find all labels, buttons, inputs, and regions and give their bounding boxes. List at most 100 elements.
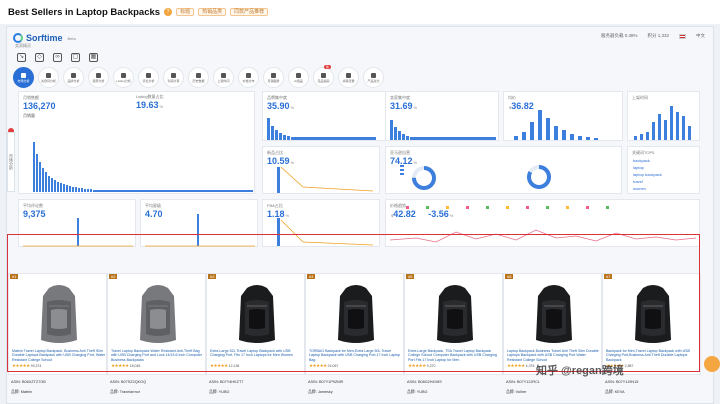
card-unit: % [159, 104, 164, 109]
function-button[interactable]: Listing分析 [113, 67, 134, 88]
product-card[interactable]: #1 Matein Travel Laptop Backpack, Busine… [8, 273, 107, 375]
card-price-trend[interactable]: 价格趋势 $42.82 -3.56% [385, 199, 700, 247]
star-rating: ★★★★★24,067 [309, 363, 338, 369]
date-bar-chart [634, 106, 691, 140]
function-button[interactable]: AI选品 [288, 67, 309, 88]
function-button[interactable]: 品牌分析 [63, 67, 84, 88]
stars: ★★★★★ [111, 363, 129, 368]
product-card[interactable]: #2 Travel Laptop Backpack Water Resistan… [107, 273, 206, 375]
product-card[interactable]: #5 Extra Large Backpack, TSA Travel Lapt… [404, 273, 503, 375]
store-id: 卖家精灵 [15, 43, 31, 48]
stars: ★★★★★ [309, 363, 327, 368]
language-select[interactable]: 中文 [696, 33, 705, 39]
function-label: 关键词分析 [40, 78, 56, 83]
function-button[interactable]: 上架时间 [213, 67, 234, 88]
product-title[interactable]: TORBAG Backpack for Men,Extra Large 50L … [309, 349, 403, 362]
stars: ★★★★★ [12, 363, 30, 368]
backpack-image [239, 285, 275, 343]
function-label: 利润计算 [167, 78, 180, 83]
function-button[interactable]: 竞品追踪 新 [313, 65, 334, 88]
function-button[interactable]: 关联流量 [338, 67, 359, 88]
product-brand: 品牌: YUBG [209, 390, 230, 394]
seller-bar-chart [390, 120, 496, 140]
function-button[interactable]: 卖家分析 [88, 67, 109, 88]
product-title[interactable]: Backpack for Men,Travel Laptop Backpack … [606, 349, 700, 362]
product-title[interactable]: Travel Laptop Backpack Water Resistant A… [111, 349, 205, 362]
card-keywords[interactable]: 关键词TOP5 backpack laptop laptop backpack … [627, 146, 700, 194]
card-new-products[interactable]: 新品占比 10.59% [262, 146, 380, 194]
card-avg-reviews[interactable]: 平均评论数 9,375 [18, 199, 136, 247]
us-flag-icon[interactable] [679, 33, 686, 39]
product-title[interactable]: Laptop Backpack Business Travel Anti The… [507, 349, 601, 362]
logo-text: Sorftime [26, 33, 63, 43]
amazon-share-donuts [400, 165, 551, 190]
function-icon [346, 72, 351, 78]
star-rating: ★★★★★12,136 [210, 363, 239, 369]
help-icon[interactable]: ? [164, 8, 173, 16]
function-label: 评论分析 [142, 78, 155, 83]
card-listing-date[interactable]: 上架时间 [627, 91, 700, 141]
function-label: 竞品追踪 [317, 78, 330, 83]
calendar-icon[interactable]: ▦ [89, 53, 98, 62]
rating-count: 24,067 [327, 364, 339, 368]
product-card[interactable]: #6 Laptop Backpack Business Travel Anti … [503, 273, 602, 375]
function-icon [371, 72, 376, 78]
function-label: 上架时间 [217, 78, 230, 83]
card-amazon-share[interactable]: 亚马逊自营 74.12% [385, 146, 622, 194]
tag-3[interactable]: 同款产品推荐 [230, 8, 269, 16]
card-avg-rating[interactable]: 平均星级 4.70 [140, 199, 258, 247]
function-button[interactable]: 产品对比 [363, 67, 384, 88]
card-seller-concentration[interactable]: 卖家集中度 31.69% [385, 91, 499, 141]
function-button[interactable]: 价格分布 [238, 67, 259, 88]
star-rating: ★★★★★9,270 [408, 363, 435, 369]
function-button[interactable]: 评论分析 [138, 67, 159, 88]
product-title[interactable]: Extra Large Backpack, TSA Travel Laptop … [408, 349, 502, 362]
keyword-3[interactable]: laptop backpack [633, 171, 662, 178]
keyword-5[interactable]: women [633, 185, 662, 192]
function-icon [246, 72, 251, 78]
card-fba-share[interactable]: FBA占比 1.18% [262, 199, 380, 247]
keyword-2[interactable]: laptop [633, 164, 662, 171]
function-icon [46, 72, 51, 78]
keyword-1[interactable]: backpack [633, 157, 662, 164]
float-action-button[interactable] [704, 356, 720, 372]
product-brand: 品牌: Matein [11, 390, 33, 394]
product-card[interactable]: #4 TORBAG Backpack for Men,Extra Large 5… [305, 273, 404, 375]
copy-icon[interactable]: ▢ [71, 53, 80, 62]
product-asin: ASIN: B07Y1P9ZMR [308, 380, 344, 384]
card-listing-ratio[interactable]: Listing数量占比 19.63% [132, 91, 254, 194]
watermark: 知乎 @regan跨境 [536, 365, 624, 377]
price-trend-chart [389, 206, 697, 243]
points-text: 积分 1,332 [647, 33, 669, 38]
function-button[interactable]: 市场分析 [13, 67, 34, 88]
product-title[interactable]: Extra Large 52L Travel Laptop Backpack w… [210, 349, 304, 362]
card-average-price[interactable]: 均价 $36.82 [503, 91, 623, 141]
function-label: 关联流量 [342, 78, 355, 83]
new-products-chart [277, 166, 374, 193]
backpack-image [140, 285, 176, 343]
tag-1[interactable]: 标题 [176, 8, 195, 16]
tag-2[interactable]: 热销品类 [198, 8, 227, 16]
function-button[interactable]: 历史数据 [188, 67, 209, 88]
keyword-4[interactable]: travel [633, 178, 662, 185]
function-button[interactable]: 利润计算 [163, 67, 184, 88]
new-badge: 新 [323, 65, 331, 69]
shield-icon[interactable]: ◇ [35, 53, 44, 62]
star-rating: ★★★★★18,045 [111, 363, 140, 369]
pin-icon[interactable]: ↘ [17, 53, 26, 62]
rank-badge: #4 [307, 274, 316, 279]
product-title[interactable]: Matein Travel Laptop Backpack, Business … [12, 349, 106, 362]
rank-badge: #7 [604, 274, 613, 279]
product-brand: 品牌: Travelarmor [110, 390, 141, 394]
side-tab[interactable]: 市场分析 [7, 132, 15, 192]
link-icon[interactable]: ∞ [53, 53, 62, 62]
rating-count: 4,376 [525, 364, 535, 368]
function-button[interactable]: 关键词分析 [38, 67, 59, 88]
product-brand: 品牌: YUBG [407, 390, 428, 394]
product-card[interactable]: #3 Extra Large 52L Travel Laptop Backpac… [206, 273, 305, 375]
stars: ★★★★★ [507, 363, 525, 368]
rating-count: 12,136 [228, 364, 240, 368]
function-button[interactable]: 月销趋势 [263, 67, 284, 88]
star-rating: ★★★★★4,376 [507, 363, 534, 369]
product-card[interactable]: #7 Backpack for Men,Travel Laptop Backpa… [602, 273, 701, 375]
